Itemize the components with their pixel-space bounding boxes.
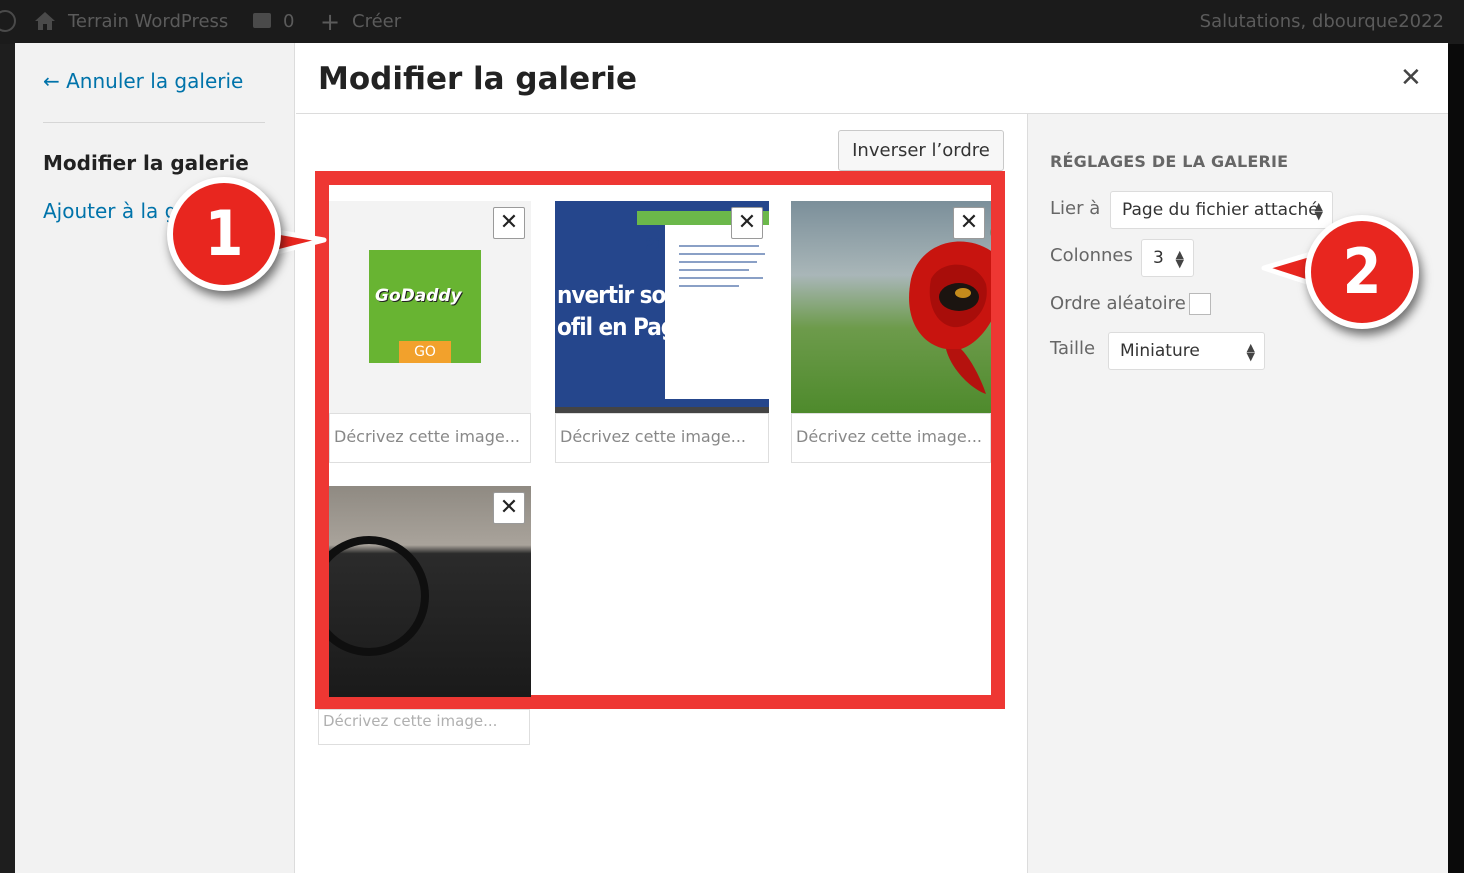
remove-image-close-icon[interactable]: ✕ xyxy=(953,207,985,239)
size-value: Miniature xyxy=(1120,341,1200,361)
caption-input[interactable]: Décrivez cette image... xyxy=(329,413,531,463)
annotation-badge-1: 1 xyxy=(167,177,281,291)
slide-number: 21 xyxy=(645,237,665,253)
gallery-item-rose[interactable]: ✕ xyxy=(791,201,991,413)
settings-heading: RÉGLAGES DE LA GALERIE xyxy=(1050,152,1289,171)
random-order-checkbox[interactable] xyxy=(1189,293,1211,315)
link-to-value: Page du fichier attaché xyxy=(1122,200,1319,220)
slide-text: nvertir son ofil en Page xyxy=(557,281,690,341)
backdrop-edge xyxy=(1448,44,1464,873)
caption-input[interactable]: Décrivez cette image... xyxy=(555,413,769,463)
modal-title: Modifier la galerie xyxy=(318,61,638,97)
media-modal: ← Annuler la galerie Modifier la galerie… xyxy=(15,43,1448,873)
rose-image xyxy=(909,229,991,394)
reverse-order-button[interactable]: Inverser l’ordre xyxy=(838,130,1004,171)
menu-item-edit-gallery[interactable]: Modifier la galerie xyxy=(43,151,249,175)
gallery-highlight-frame: GoDaddy GO ✕ Décrivez cette image... 21 xyxy=(315,171,1005,709)
size-select[interactable]: Miniature ▲ ▼ xyxy=(1108,332,1265,370)
site-name-link[interactable]: Terrain WordPress xyxy=(68,11,228,32)
home-icon[interactable] xyxy=(34,11,56,36)
logo-button-text: GO xyxy=(399,341,451,363)
wordpress-logo-icon[interactable] xyxy=(0,10,16,32)
columns-label: Colonnes xyxy=(1050,245,1133,266)
user-greeting[interactable]: Salutations, dbourque2022 xyxy=(1200,11,1444,32)
gallery-item-godaddy[interactable]: GoDaddy GO ✕ xyxy=(329,201,531,413)
gallery-item-car[interactable]: ✕ xyxy=(329,486,531,697)
logo-text: GoDaddy xyxy=(375,286,462,306)
select-arrows-icon: ▲ ▼ xyxy=(1246,341,1255,363)
comment-icon[interactable] xyxy=(253,13,271,28)
caption-input[interactable]: Décrivez cette image... xyxy=(791,413,991,463)
remove-image-close-icon[interactable]: ✕ xyxy=(493,492,525,524)
create-new-link[interactable]: Créer xyxy=(352,11,401,32)
menu-separator xyxy=(43,122,265,123)
columns-value: 3 xyxy=(1153,248,1164,268)
random-order-label: Ordre aléatoire xyxy=(1050,293,1186,314)
columns-select[interactable]: 3 ▲ ▼ xyxy=(1141,239,1194,277)
media-menu: ← Annuler la galerie Modifier la galerie… xyxy=(15,43,295,873)
remove-image-close-icon[interactable]: ✕ xyxy=(731,207,763,239)
select-arrows-icon: ▲ ▼ xyxy=(1175,248,1184,270)
annotation-badge-2: 2 xyxy=(1305,215,1419,329)
plus-icon[interactable]: + xyxy=(320,8,340,36)
admin-sidebar-background xyxy=(0,44,15,873)
link-to-select[interactable]: Page du fichier attaché ▲ ▼ xyxy=(1110,191,1333,229)
select-arrows-icon: ▲ ▼ xyxy=(1314,200,1323,222)
close-icon[interactable]: ✕ xyxy=(1400,63,1422,93)
gallery-item-slide[interactable]: 21 nvertir son ofil en Page ✕ xyxy=(555,201,769,413)
caption-input[interactable]: Décrivez cette image... xyxy=(318,709,530,745)
godaddy-logo: GoDaddy GO xyxy=(369,250,481,363)
size-label: Taille xyxy=(1050,338,1096,359)
admin-bar: Terrain WordPress 0 + Créer Salutations,… xyxy=(0,0,1464,44)
link-to-label: Lier à xyxy=(1050,198,1101,219)
cancel-gallery-link[interactable]: ← Annuler la galerie xyxy=(43,69,243,93)
remove-image-close-icon[interactable]: ✕ xyxy=(493,207,525,239)
comment-count[interactable]: 0 xyxy=(283,11,294,32)
